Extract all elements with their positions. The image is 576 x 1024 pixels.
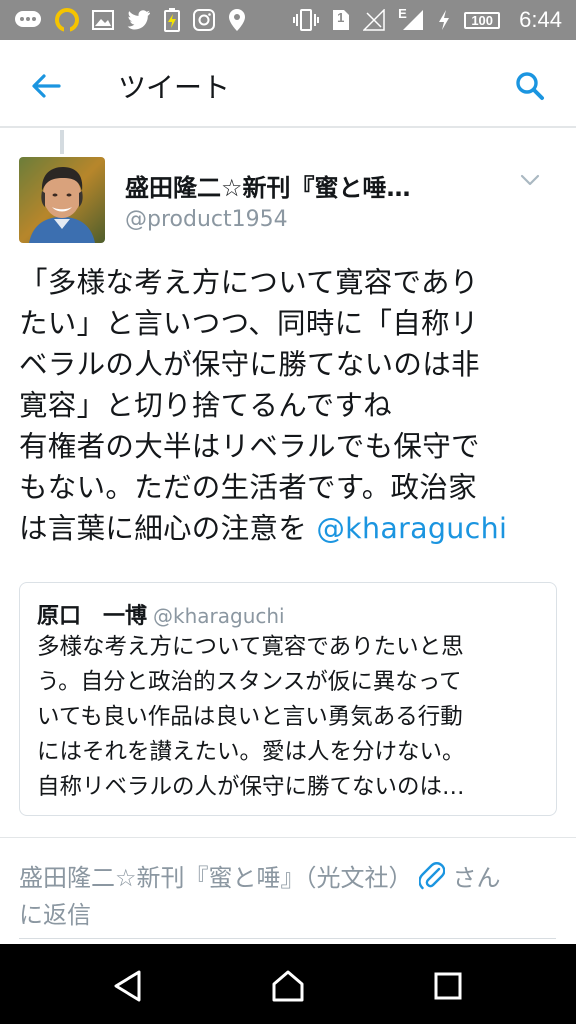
quoted-author-handle: @kharaguchi — [153, 604, 285, 628]
paperclip-icon[interactable] — [418, 861, 445, 891]
image-icon — [92, 8, 114, 32]
battery-charge-icon — [164, 8, 180, 32]
search-button[interactable] — [508, 64, 552, 108]
sim-slot-number: 1 — [337, 10, 345, 25]
tweet-text-fragment: は言葉に細心の注意を — [19, 512, 317, 545]
tweet-text-line: ベラルの人が保守に勝てないのは非 — [19, 348, 480, 381]
page-title: ツイート — [118, 71, 231, 104]
tweet-menu-button[interactable] — [517, 170, 543, 190]
network-type: E — [398, 6, 407, 21]
status-left-icons — [14, 8, 246, 32]
tweet-text-line-last: は言葉に細心の注意を @kharaguchi — [19, 508, 559, 549]
nav-home-button[interactable] — [266, 964, 310, 1008]
recents-icon — [434, 972, 462, 1000]
search-icon — [516, 72, 544, 100]
no-signal-icon — [363, 8, 385, 32]
sim-icon: 1 — [332, 8, 350, 32]
chat-icon — [14, 8, 42, 32]
back-triangle-icon — [114, 970, 141, 1002]
reply-input-line2[interactable]: に返信 — [19, 895, 91, 930]
tweet-text-line: 寛容」と切り捨てるんですね — [19, 389, 392, 422]
back-button[interactable] — [26, 66, 66, 106]
quoted-text-line: 多様な考え方について寛容でありたいと思 — [37, 634, 464, 660]
reply-prefix: 盛田隆二☆新刊『蜜と唾』（光文社） — [19, 864, 413, 892]
reply-input-line1[interactable]: 盛田隆二☆新刊『蜜と唾』（光文社） さん — [19, 858, 501, 893]
quoted-text-line: にはそれを讃えたい。愛は人を分けない。 — [37, 739, 465, 765]
quoted-text-line: いても良い作品は良いと言い勇気ある行動 — [37, 704, 463, 730]
status-bar: 1 E 100 6:44 — [0, 0, 576, 40]
chevron-down-icon — [520, 174, 540, 186]
arrow-left-icon — [32, 74, 61, 98]
quoted-tweet-text: 多様な考え方について寛容でありたいと思 う。自分と政治的スタンスが仮に異なって … — [37, 630, 547, 805]
author-handle[interactable]: @product1954 — [125, 207, 288, 232]
status-right-icons: 1 E 100 6:44 — [293, 6, 562, 33]
author-name[interactable]: 盛田隆二☆新刊『蜜と唾… — [125, 168, 411, 203]
tweet-text-line: たい」と言いつつ、同時に「自称リ — [19, 307, 479, 340]
vibrate-icon — [293, 8, 320, 32]
status-time: 6:44 — [519, 7, 562, 32]
tweet-text-line: もない。ただの生活者です。政治家 — [19, 471, 477, 504]
tweet-text-line: 有権者の大半はリベラルでも保守で — [19, 430, 480, 463]
reply-suffix: さん — [452, 864, 501, 892]
reply-underline — [19, 938, 556, 939]
divider — [0, 837, 576, 838]
nav-recents-button[interactable] — [426, 964, 470, 1008]
app-bar: ツイート — [0, 40, 576, 128]
quoted-text-line: 自称リベラルの人が保守に勝てないのは… — [37, 774, 465, 800]
mention-link[interactable]: @kharaguchi — [316, 512, 507, 545]
quoted-text-line: う。自分と政治的スタンスが仮に異なって — [37, 669, 462, 695]
loop-app-icon — [55, 8, 79, 32]
quoted-tweet-header: 原口 一博 @kharaguchi — [37, 598, 285, 630]
thread-connector — [60, 130, 64, 154]
tweet-text-line: 「多様な考え方について寛容であり — [19, 266, 479, 299]
quoted-author-name: 原口 一博 — [37, 604, 148, 629]
home-icon — [272, 970, 304, 1002]
location-icon — [228, 8, 246, 32]
flash-icon — [437, 8, 451, 32]
instagram-icon — [193, 8, 215, 32]
avatar[interactable] — [19, 157, 105, 243]
battery-level: 100 — [471, 12, 494, 28]
navigation-bar — [0, 944, 576, 1024]
tweet-text: 「多様な考え方について寛容であり たい」と言いつつ、同時に「自称リ ベラルの人が… — [19, 262, 559, 549]
battery-icon: 100 — [464, 11, 501, 29]
signal-e-icon: E — [398, 6, 424, 32]
twitter-icon — [127, 8, 151, 32]
quoted-tweet-card[interactable]: 原口 一博 @kharaguchi 多様な考え方について寛容でありたいと思 う。自… — [19, 582, 557, 816]
nav-back-button[interactable] — [106, 964, 150, 1008]
